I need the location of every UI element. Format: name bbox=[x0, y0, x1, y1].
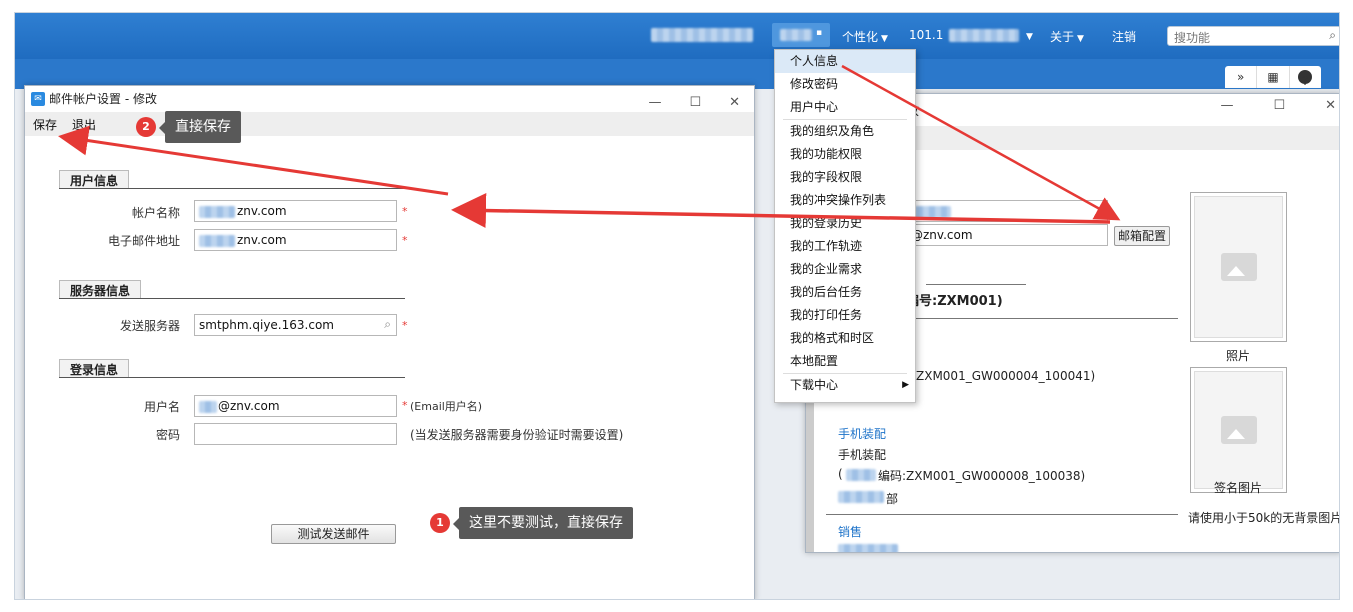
caret-down-icon: ▼ bbox=[1077, 34, 1084, 44]
blurred-username bbox=[949, 29, 1019, 42]
menu-item[interactable]: 我的字段权限 bbox=[775, 166, 915, 189]
account-name-label: 帐户名称 bbox=[131, 206, 180, 220]
menu-item[interactable]: 我的功能权限 bbox=[775, 143, 915, 166]
photo-label: 照片 bbox=[1226, 349, 1251, 363]
menu-item[interactable]: 修改密码 bbox=[775, 73, 915, 96]
menu-item[interactable]: 我的打印任务 bbox=[775, 304, 915, 327]
image-placeholder-icon bbox=[1220, 416, 1257, 444]
user-dropdown-menu: 个人信息 修改密码 用户中心 我的组织及角色 我的功能权限 我的字段权限 我的冲… bbox=[774, 49, 916, 403]
user-menu-trigger[interactable]: ▪ bbox=[772, 23, 830, 47]
email-address-label: 电子邮件地址 bbox=[107, 234, 180, 248]
menu-item[interactable]: 我的企业需求 bbox=[775, 258, 915, 281]
dropdown-caret-icon: ▪ bbox=[816, 28, 823, 38]
mobile-assembly-text: 手机装配 bbox=[838, 448, 887, 462]
position-code-open: ( bbox=[838, 467, 843, 481]
password-label: 密码 bbox=[155, 428, 180, 442]
maximize-icon[interactable]: ☐ bbox=[1273, 98, 1285, 113]
section-divider bbox=[59, 298, 405, 299]
username-hint: (Email用户名) bbox=[410, 400, 483, 413]
blurred-company-name bbox=[651, 28, 753, 42]
photo-hint: 请使用小于50k的无背景图片 bbox=[1188, 511, 1340, 525]
account-field[interactable] bbox=[906, 200, 1108, 222]
menu-item[interactable]: 我的工作轨迹 bbox=[775, 235, 915, 258]
position-code-2: 编码:ZXM001_GW000008_100038) bbox=[878, 469, 1086, 483]
mobile-assembly-link[interactable]: 手机装配 bbox=[838, 425, 886, 442]
email-address-input[interactable]: znv.com bbox=[194, 229, 397, 251]
signature-box[interactable] bbox=[1190, 367, 1287, 493]
image-placeholder-icon bbox=[1220, 253, 1257, 281]
email-field[interactable]: @znv.com bbox=[906, 224, 1108, 246]
dialog-title-bar: ✉ 邮件帐户设置 - 修改 — ☐ ✕ bbox=[25, 86, 754, 112]
dialog-menu-bar: 保存 退出 bbox=[25, 112, 754, 136]
save-button[interactable]: 保存 bbox=[33, 116, 57, 133]
required-mark: * bbox=[402, 234, 408, 247]
mini-toolbar: » ▦ ? bbox=[1225, 66, 1321, 88]
required-mark: * bbox=[402, 399, 408, 412]
menu-item[interactable]: 我的后台任务 bbox=[775, 281, 915, 304]
send-server-input[interactable]: smtphm.qiye.163.com ⌕ bbox=[194, 314, 397, 336]
logout-link[interactable]: 注销 bbox=[1112, 28, 1136, 45]
divider bbox=[926, 284, 1026, 285]
sales-link[interactable]: 销售 bbox=[838, 523, 862, 540]
about-menu[interactable]: 关于 ▼ bbox=[1050, 28, 1084, 45]
mail-config-button[interactable]: 邮箱配置 bbox=[1114, 226, 1170, 246]
section-divider bbox=[59, 188, 405, 189]
personalize-menu[interactable]: 个性化 ▼ bbox=[842, 28, 888, 45]
blurred-dept bbox=[838, 491, 884, 503]
step-2-callout: 直接保存 bbox=[159, 111, 241, 143]
function-search-input[interactable]: 搜功能 ⌕ bbox=[1167, 26, 1339, 46]
test-send-mail-button[interactable]: 测试发送邮件 bbox=[271, 524, 396, 544]
search-icon[interactable]: ⌕ bbox=[1329, 28, 1336, 43]
username-label: 用户名 bbox=[143, 400, 180, 414]
employee-code: 编号:ZXM001) bbox=[906, 294, 1003, 309]
menu-item[interactable]: 用户中心 bbox=[775, 96, 915, 119]
submenu-arrow-icon: ▶ bbox=[902, 380, 909, 390]
required-mark: * bbox=[402, 205, 408, 218]
username-input[interactable]: @znv.com bbox=[194, 395, 397, 417]
search-icon[interactable]: ⌕ bbox=[384, 317, 391, 332]
send-server-label: 发送服务器 bbox=[119, 319, 180, 333]
dept-suffix: 部 bbox=[886, 492, 899, 506]
collapse-icon[interactable]: » bbox=[1225, 66, 1258, 88]
section-server-info: 服务器信息 bbox=[59, 280, 142, 298]
photo-box[interactable] bbox=[1190, 192, 1287, 342]
menu-item[interactable]: 本地配置 bbox=[775, 350, 915, 373]
help-icon[interactable]: ? bbox=[1290, 66, 1321, 88]
menu-item[interactable]: 我的冲突操作列表 bbox=[775, 189, 915, 212]
divider bbox=[826, 514, 1178, 515]
menu-item[interactable]: 我的登录历史 bbox=[775, 212, 915, 235]
section-user-info: 用户信息 bbox=[59, 170, 130, 188]
grid-icon[interactable]: ▦ bbox=[1257, 66, 1290, 88]
caret-down-icon: ▼ bbox=[881, 34, 888, 44]
top-navigation-bar: ▪ 个性化 ▼ 101.1 ▼ 关于 ▼ 注销 搜功能 ⌕ bbox=[15, 13, 1339, 59]
section-divider bbox=[59, 377, 405, 378]
menu-item[interactable]: 我的格式和时区 bbox=[775, 327, 915, 350]
password-input[interactable] bbox=[194, 423, 397, 445]
account-name-input[interactable]: znv.com bbox=[194, 200, 397, 222]
search-placeholder: 搜功能 bbox=[1174, 31, 1211, 45]
step-1-badge: 1 bbox=[430, 513, 450, 533]
minimize-icon[interactable]: — bbox=[1220, 98, 1233, 113]
app-window: ▪ 个性化▼ 101.1 ▼ 关于▼ 注销 搜功能 ⌕ » ▦ ? 改 — ☐ … bbox=[14, 12, 1340, 600]
blurred-text bbox=[838, 544, 898, 552]
required-mark: * bbox=[402, 319, 408, 332]
dialog-title: 邮件帐户设置 - 修改 bbox=[49, 92, 157, 106]
version-label: 101.1 bbox=[909, 28, 944, 42]
exit-button[interactable]: 退出 bbox=[72, 116, 96, 133]
step-2-badge: 2 bbox=[136, 117, 156, 137]
app-icon: ✉ bbox=[31, 92, 45, 106]
mail-account-settings-dialog: ✉ 邮件帐户设置 - 修改 — ☐ ✕ 保存 退出 用户信息 帐户名称 znv.… bbox=[24, 85, 755, 599]
position-code-1: ZXM001_GW000004_100041) bbox=[916, 369, 1096, 383]
menu-item[interactable]: 个人信息 bbox=[775, 50, 915, 73]
menu-item[interactable]: 我的组织及角色 bbox=[775, 120, 915, 143]
password-hint: (当发送服务器需要身份验证时需要设置) bbox=[410, 428, 624, 442]
section-login-info: 登录信息 bbox=[59, 359, 130, 377]
caret-down-icon[interactable]: ▼ bbox=[1023, 28, 1033, 42]
step-1-callout: 这里不要测试，直接保存 bbox=[453, 507, 633, 539]
signature-label: 签名图片 bbox=[1214, 481, 1263, 495]
window-controls: — ☐ ✕ bbox=[1220, 98, 1336, 113]
blurred-text bbox=[846, 469, 876, 481]
download-center-item[interactable]: 下载中心 ▶ bbox=[775, 374, 915, 397]
close-icon[interactable]: ✕ bbox=[1325, 98, 1336, 113]
